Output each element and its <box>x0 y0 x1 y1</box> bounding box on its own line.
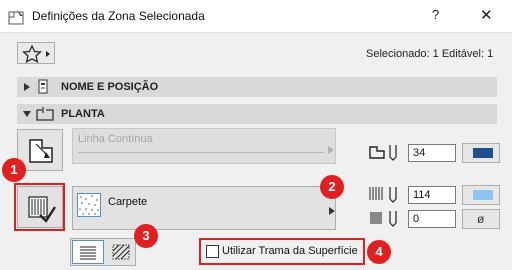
section-name-position[interactable]: NOME E POSIÇÃO <box>17 77 497 97</box>
callout-badge-4: 4 <box>367 240 391 264</box>
fill-pen-icon <box>369 187 397 203</box>
help-button[interactable]: ? <box>432 7 439 22</box>
callout-box-1 <box>14 183 65 231</box>
favorites-button[interactable] <box>17 42 55 64</box>
chevron-right-icon <box>329 207 335 215</box>
floor-plan-icon <box>36 107 54 121</box>
pen-color-swatch <box>473 148 493 158</box>
callout-badge-3: 3 <box>134 224 158 248</box>
line-type-label: Linha Contínua <box>78 133 153 145</box>
chevron-right-icon <box>24 83 30 91</box>
use-surface-fill-label: Utilizar Trama da Superfície <box>222 245 358 257</box>
fill-rotated-toggle[interactable] <box>106 240 134 264</box>
close-button[interactable]: ✕ <box>480 6 493 24</box>
background-pen-color-button[interactable]: ø <box>462 209 500 229</box>
name-tag-icon <box>38 79 48 94</box>
use-surface-fill-checkbox[interactable] <box>206 245 219 258</box>
window-title: Definições da Zona Selecionada <box>32 9 205 23</box>
pen-color-swatch <box>473 190 493 200</box>
outline-pen-icon <box>369 145 397 161</box>
section-label: PLANTA <box>61 108 105 120</box>
section-label: NOME E POSIÇÃO <box>61 81 159 93</box>
selection-info: Selecionado: 1 Editável: 1 <box>366 48 494 60</box>
horizontal-lines-icon <box>80 246 96 260</box>
fill-pen-color-button[interactable] <box>462 185 500 205</box>
rotated-hatch-icon <box>112 244 130 260</box>
background-pen-icon <box>370 211 397 227</box>
fill-type-label: Carpete <box>108 196 148 208</box>
zone-outline-icon <box>29 139 53 163</box>
line-preview <box>78 152 324 153</box>
dialog-icon <box>8 9 24 25</box>
callout-badge-1: 1 <box>2 158 26 182</box>
section-plan[interactable]: PLANTA <box>17 104 497 124</box>
star-icon <box>22 45 50 63</box>
outline-pen-field[interactable]: 34 <box>408 144 456 162</box>
fill-project-origin-toggle[interactable] <box>72 240 104 264</box>
background-pen-field[interactable]: 0 <box>408 210 456 228</box>
chevron-right-icon <box>328 146 334 154</box>
fill-swatch <box>77 193 101 217</box>
fill-type-dropdown[interactable] <box>72 186 336 230</box>
callout-badge-2: 2 <box>320 175 344 199</box>
transparent-symbol: ø <box>477 212 485 226</box>
fill-pen-field[interactable]: 114 <box>408 186 456 204</box>
chevron-down-icon <box>23 111 31 117</box>
outline-pen-color-button[interactable] <box>462 143 500 163</box>
